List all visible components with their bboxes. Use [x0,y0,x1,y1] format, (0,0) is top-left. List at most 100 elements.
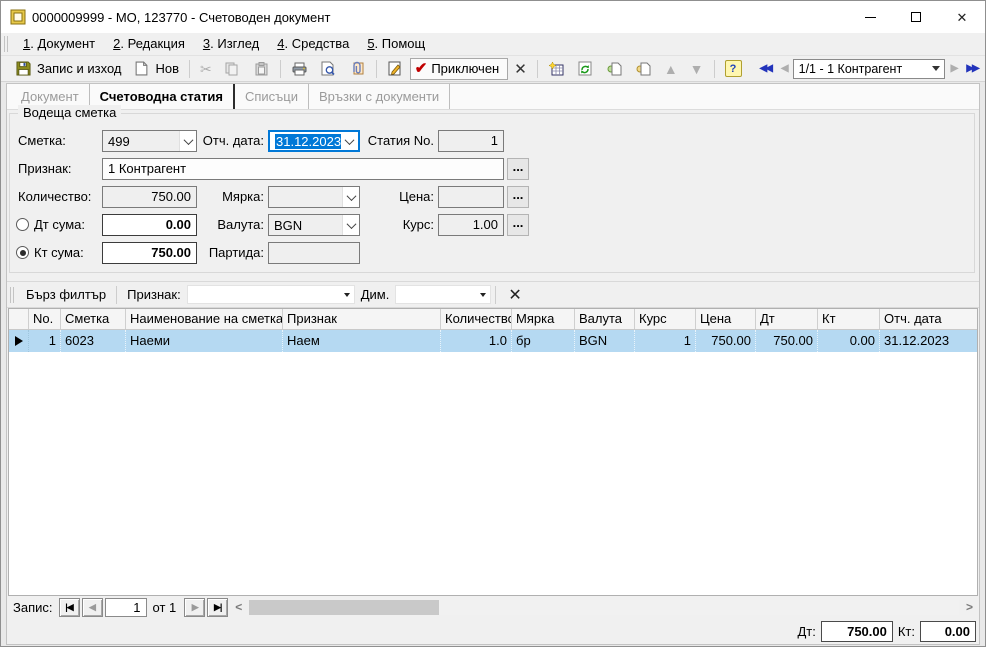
copy-entry-button[interactable] [600,57,629,81]
dt-sum-radio[interactable] [16,218,29,231]
column-header-account[interactable]: Сметка [61,309,126,329]
cell-measure[interactable]: бр [512,330,575,352]
column-header-account-name[interactable]: Наименование на сметка [126,309,283,329]
cell-price[interactable]: 750.00 [696,330,756,352]
table-row[interactable]: 1 6023 Наеми Наем 1.0 бр BGN 1 750.00 75… [9,330,977,352]
nav-next-button[interactable]: ▶ [947,63,961,74]
attribute-field[interactable]: 1 Контрагент [102,158,504,180]
cell-currency[interactable]: BGN [575,330,635,352]
nav-last-button[interactable]: ▶▶ [962,63,981,74]
date-combo-button[interactable] [341,132,358,150]
column-header-kt[interactable]: Кт [818,309,880,329]
tab-lists[interactable]: Списъци [235,84,309,109]
dropdown-arrow-icon [480,293,486,297]
cell-no[interactable]: 1 [29,330,61,352]
clear-x-icon: ✕ [514,61,527,78]
nav-prev-button[interactable]: ◀ [777,63,791,74]
menu-view[interactable]: 3. Изглед [194,33,268,55]
column-header-quantity[interactable]: Количество [441,309,512,329]
column-header-dt[interactable]: Дт [756,309,818,329]
menu-edit[interactable]: 2. Редакция [104,33,194,55]
column-header-date[interactable]: Отч. дата [880,309,977,329]
menu-document[interactable]: 1. Документ [14,33,104,55]
cell-attribute[interactable]: Наем [283,330,441,352]
quantity-field[interactable]: 750.00 [102,186,197,208]
cell-rate[interactable]: 1 [635,330,696,352]
preview-button[interactable] [314,57,343,81]
help-button[interactable]: ? [719,57,748,81]
menu-tools[interactable]: 4. Средства [268,33,358,55]
rate-field[interactable]: 1.00 [438,214,504,236]
column-header-price[interactable]: Цена [696,309,756,329]
menu-grip[interactable] [4,36,9,52]
record-last-button[interactable]: ▶| [207,598,228,617]
record-next-button[interactable]: ▶ [184,598,205,617]
attach-button[interactable] [343,57,372,81]
leading-account-groupbox: Водеща сметка Сметка: 499 Отч. дата: 31.… [9,113,975,273]
right-icon: ▶ [951,63,957,74]
tab-document-links[interactable]: Връзки с документи [309,84,450,109]
copy-yellow-doc-icon [635,60,652,77]
paste-button[interactable] [247,57,276,81]
cut-button[interactable]: ✂ [194,57,218,81]
price-field[interactable] [438,186,504,208]
account-combo[interactable]: 499 [102,130,197,152]
measure-combo-button[interactable] [342,187,359,207]
filter-attr-combo[interactable] [187,285,355,304]
cell-dt[interactable]: 750.00 [756,330,818,352]
save-exit-button[interactable]: Запис и изход [9,57,127,81]
new-table-button[interactable] [542,57,571,81]
kt-sum-radio[interactable] [16,246,29,259]
minimize-button[interactable] [847,1,893,33]
record-first-button[interactable]: |◀ [59,598,80,617]
filter-grip[interactable] [10,287,15,303]
copy-document-button[interactable] [629,57,658,81]
currency-combo-button[interactable] [342,215,359,235]
entry-no-field[interactable]: 1 [438,130,504,152]
move-up-button[interactable]: ▲ [658,57,684,81]
horizontal-scrollbar[interactable] [249,600,959,615]
column-header-rate[interactable]: Курс [635,309,696,329]
close-button[interactable]: ✕ [939,1,985,33]
filter-dim-combo[interactable] [395,285,491,304]
cell-account-name[interactable]: Наеми [126,330,283,352]
scroll-left-button[interactable]: < [230,600,247,614]
completed-toggle[interactable]: ✔ Приключен [410,58,508,80]
cell-quantity[interactable]: 1.0 [441,330,512,352]
column-header-currency[interactable]: Валута [575,309,635,329]
column-header-no[interactable]: No. [29,309,61,329]
batch-field[interactable] [268,242,360,264]
maximize-button[interactable] [893,1,939,33]
dt-sum-label: Дт сума: [34,214,85,236]
move-down-button[interactable]: ▼ [684,57,710,81]
clear-filter-button[interactable]: ✕ [500,285,529,305]
date-combo[interactable]: 31.12.2023 [268,130,360,152]
copy-button[interactable] [218,57,247,81]
column-header-attribute[interactable]: Признак [283,309,441,329]
cell-account[interactable]: 6023 [61,330,126,352]
rate-lookup-button[interactable]: ... [507,214,529,236]
tab-strip: Документ Счетоводна статия Списъци Връзк… [7,84,979,110]
column-header-measure[interactable]: Мярка [512,309,575,329]
menu-help[interactable]: 5. Помощ [358,33,434,55]
refresh-button[interactable] [571,57,600,81]
price-lookup-button[interactable]: ... [507,186,529,208]
cell-kt[interactable]: 0.00 [818,330,880,352]
measure-combo[interactable] [268,186,360,208]
scroll-right-button[interactable]: > [961,600,978,614]
kt-sum-field[interactable]: 750.00 [102,242,197,264]
print-button[interactable] [285,57,314,81]
row-selector-cell[interactable] [9,330,29,352]
dt-sum-field[interactable]: 0.00 [102,214,197,236]
edit-button[interactable] [381,57,410,81]
cell-date[interactable]: 31.12.2023 [880,330,977,352]
scrollbar-thumb[interactable] [249,600,439,615]
record-prev-button[interactable]: ◀ [82,598,103,617]
attribute-lookup-button[interactable]: ... [507,158,529,180]
record-number-field[interactable]: 1 [105,598,147,617]
record-select-combo[interactable]: 1/1 - 1 Контрагент [793,59,945,79]
currency-combo[interactable]: BGN [268,214,360,236]
clear-completed-button[interactable]: ✕ [508,60,533,78]
new-button[interactable]: Нов [127,57,185,81]
nav-first-button[interactable]: ◀◀ [756,63,775,74]
